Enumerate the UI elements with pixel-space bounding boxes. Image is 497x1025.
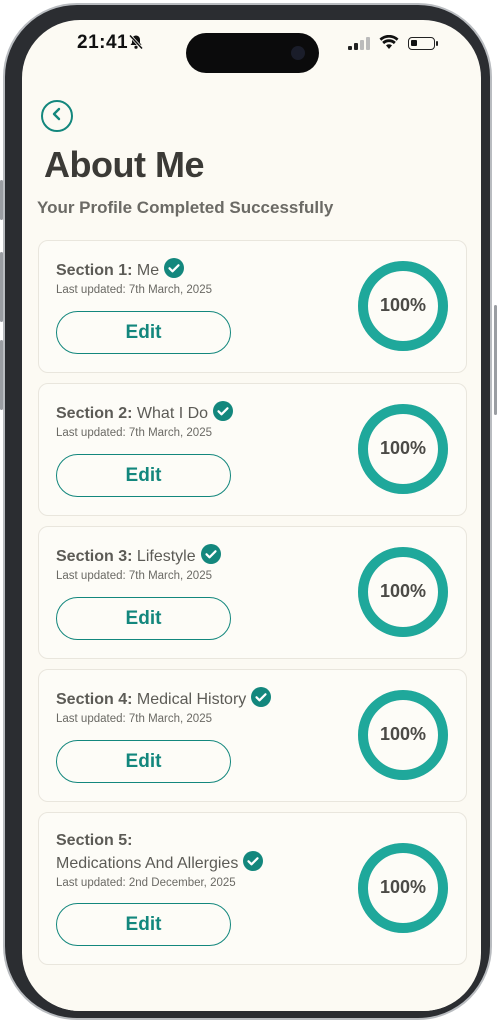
screen: 21:41 About Me Your Profile Completed Su… (22, 20, 481, 1011)
section-name: Me (136, 262, 160, 279)
page-subtitle: Your Profile Completed Successfully (37, 198, 334, 217)
last-updated: Last updated: 7th March, 2025 (56, 284, 212, 296)
section-card-2: Section 2: What I Do Last updated: 7th M… (38, 383, 467, 516)
section-card-1: Section 1: Me Last updated: 7th March, 2… (38, 240, 467, 373)
cellular-signal-icon (348, 37, 370, 55)
edit-button-section-2[interactable]: Edit (56, 454, 231, 497)
section-name: Lifestyle (136, 548, 196, 565)
progress-label: 100% (379, 724, 427, 744)
section-prefix: Section 1: (56, 262, 133, 279)
section-card-4: Section 4: Medical History Last updated:… (38, 669, 467, 802)
section-prefix: Section 3: (56, 548, 133, 565)
check-circle-icon (243, 851, 264, 877)
camera-icon (291, 46, 305, 60)
section-name: Medical History (136, 691, 247, 708)
section-prefix: Section 5: (56, 832, 133, 849)
volume-down-button (0, 340, 3, 410)
check-circle-icon (164, 258, 185, 284)
phone-frame: 21:41 About Me Your Profile Completed Su… (3, 3, 492, 1020)
bottom-safe-area (22, 991, 481, 1011)
section-title: Section 4: Medical History (56, 687, 272, 713)
check-circle-icon (213, 401, 234, 427)
last-updated: Last updated: 2nd December, 2025 (56, 877, 236, 889)
section-title: Section 5: Medications And Allergies (56, 830, 264, 877)
edit-button-section-3[interactable]: Edit (56, 597, 231, 640)
section-title: Section 2: What I Do (56, 401, 234, 427)
progress-label: 100% (379, 438, 427, 458)
section-card-5: Section 5: Medications And Allergies Last… (38, 812, 467, 965)
back-button[interactable] (41, 100, 73, 132)
edit-button-section-4[interactable]: Edit (56, 740, 231, 783)
section-card-3: Section 3: Lifestyle Last updated: 7th M… (38, 526, 467, 659)
volume-up-button (0, 252, 3, 322)
section-title: Section 3: Lifestyle (56, 544, 221, 570)
chevron-left-icon (50, 107, 64, 126)
status-time: 21:41 (77, 32, 129, 53)
progress-label: 100% (379, 295, 427, 315)
last-updated: Last updated: 7th March, 2025 (56, 570, 212, 582)
section-name: Medications And Allergies (56, 855, 239, 872)
last-updated: Last updated: 7th March, 2025 (56, 427, 212, 439)
wifi-icon (379, 34, 399, 55)
check-circle-icon (200, 544, 221, 570)
action-button (0, 180, 3, 220)
progress-label: 100% (379, 581, 427, 601)
battery-icon (408, 37, 438, 50)
progress-label: 100% (379, 877, 427, 897)
section-name: What I Do (136, 405, 209, 422)
status-bar: 21:41 (22, 20, 481, 73)
last-updated: Last updated: 7th March, 2025 (56, 713, 212, 725)
check-circle-icon (251, 687, 272, 713)
section-title: Section 1: Me (56, 258, 185, 284)
edit-button-section-5[interactable]: Edit (56, 903, 231, 946)
edit-button-section-1[interactable]: Edit (56, 311, 231, 354)
page-title: About Me (44, 144, 204, 185)
section-prefix: Section 4: (56, 691, 133, 708)
section-prefix: Section 2: (56, 405, 133, 422)
dynamic-island (186, 33, 319, 73)
bell-slash-icon (128, 34, 144, 55)
